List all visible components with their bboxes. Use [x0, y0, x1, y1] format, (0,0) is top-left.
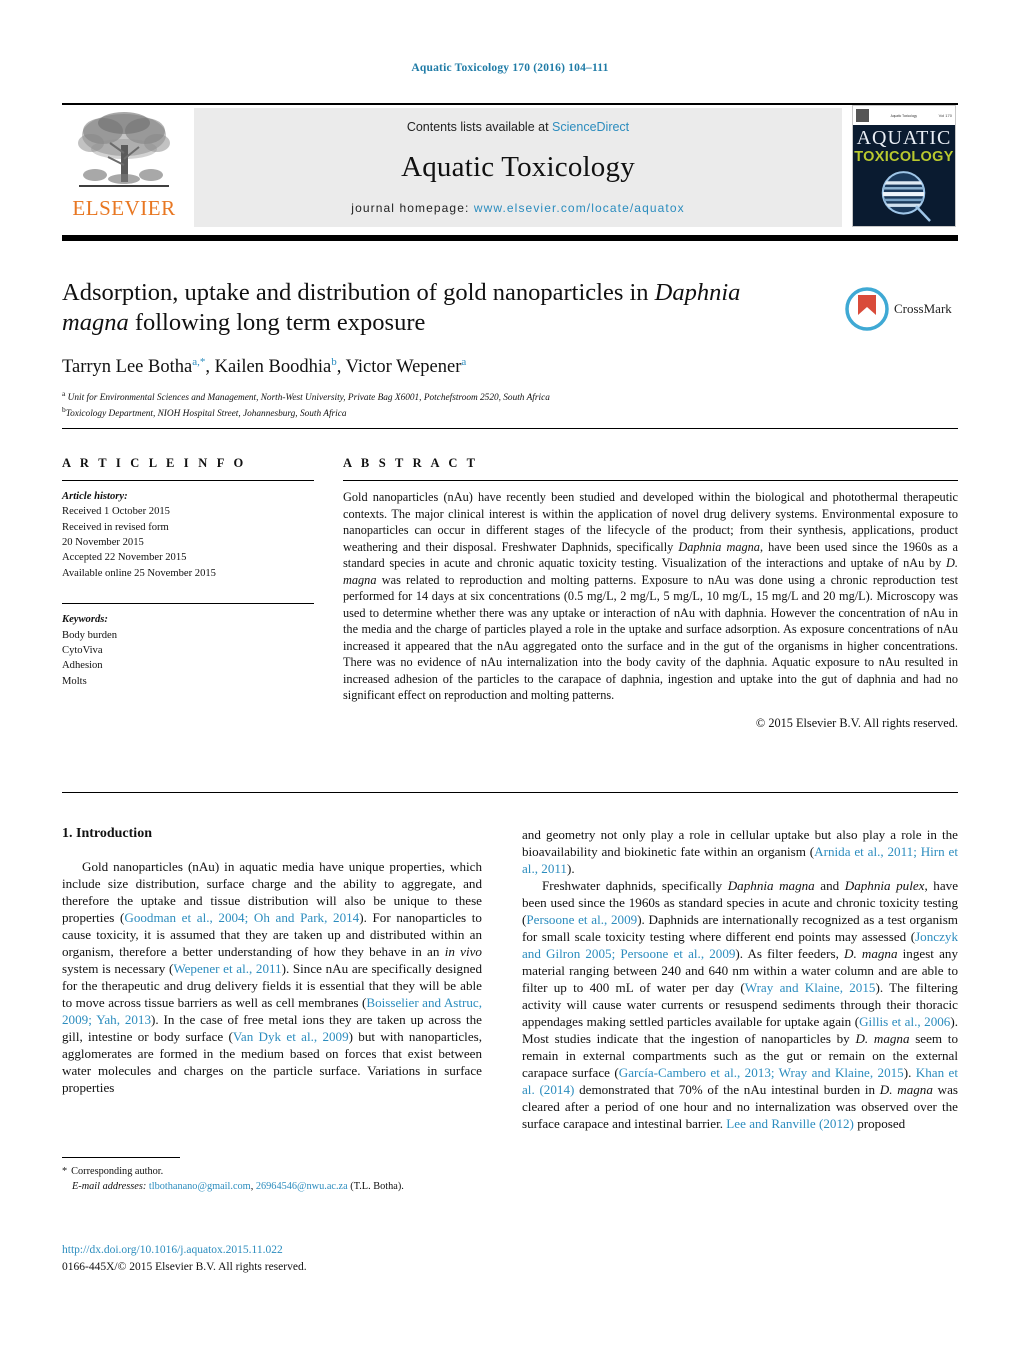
history-item: Received 1 October 2015 — [62, 506, 170, 518]
citation-link[interactable]: Van Dyk et al., 2009 — [233, 1029, 349, 1044]
article-info-rule — [62, 480, 314, 481]
abstract-column: A B S T R A C T Gold nanoparticles (nAu)… — [343, 456, 958, 731]
masthead-bottom-rule — [62, 235, 958, 241]
history-item: Available online 25 November 2015 — [62, 567, 216, 579]
homepage-url-link[interactable]: www.elsevier.com/locate/aquatox — [474, 201, 685, 215]
paper-title: Adsorption, uptake and distribution of g… — [62, 279, 741, 337]
elsevier-logo: ELSEVIER — [62, 105, 186, 231]
intro-paragraph-right-2: Freshwater daphnids, specifically Daphni… — [522, 878, 959, 1132]
citation-link[interactable]: Gillis et al., 2006 — [859, 1014, 950, 1029]
title-bottom-rule — [62, 428, 958, 429]
keyword-item: Adhesion — [62, 660, 103, 672]
intro-paragraph-left: Gold nanoparticles (nAu) in aquatic medi… — [62, 859, 483, 1096]
author-sep-2: , — [336, 356, 346, 377]
keyword-item: Body burden — [62, 629, 118, 641]
abstract-heading: A B S T R A C T — [343, 456, 479, 470]
paper-page: Aquatic Toxicology 170 (2016) 104–111 EL… — [0, 0, 1020, 1351]
author-2: Kailen Boodhiab — [214, 355, 337, 377]
history-item: Received in revised form — [62, 521, 169, 533]
intro-paragraph-right-1: and geometry not only play a role in cel… — [522, 827, 958, 877]
author-sep-1: , — [205, 356, 215, 377]
homepage-prefix: journal homepage: — [351, 201, 470, 215]
cover-title-line2: TOXICOLOGY — [854, 149, 954, 165]
abstract-bottom-rule — [62, 792, 958, 793]
footnote-separator-rule — [62, 1157, 180, 1158]
citation-link[interactable]: Goodman et al., 2004; Oh and Park, 2014 — [124, 910, 359, 925]
keyword-item: Molts — [62, 675, 87, 687]
history-item: 20 November 2015 — [62, 537, 144, 549]
footnote-star-marker: * — [62, 1166, 68, 1177]
abstract-rule — [343, 480, 958, 481]
keywords-rule — [62, 603, 314, 605]
author-list: Tarryn Lee Bothaa,*, Kailen Boodhiab, Vi… — [62, 356, 958, 378]
affiliation-a: a Unit for Environmental Sciences and Ma… — [62, 388, 550, 403]
history-item: Accepted 22 November 2015 — [62, 552, 187, 564]
corresponding-author-note: * Corresponding author. — [62, 1166, 164, 1177]
issn-copyright-line: 0166-445X/© 2015 Elsevier B.V. All right… — [62, 1261, 307, 1274]
crossmark-label: CrossMark — [894, 301, 952, 316]
contents-prefix: Contents lists available at — [406, 120, 549, 134]
crossmark-icon — [845, 287, 889, 331]
title-block: Adsorption, uptake and distribution of g… — [62, 278, 958, 422]
affiliation-b: bToxicology Department, NIOH Hospital St… — [62, 405, 347, 420]
journal-cover-thumbnail: Aquatic Toxicology Vol 170 AQUATIC TOXIC… — [852, 105, 958, 231]
footnote-block: * Corresponding author. E-mail addresses:… — [62, 1165, 482, 1194]
elsevier-wordmark: ELSEVIER — [72, 196, 176, 220]
article-history-label: Article history: — [62, 491, 128, 502]
keywords-label: Keywords: — [62, 614, 108, 626]
citation-link[interactable]: Wray and Klaine, 2015 — [745, 980, 876, 995]
abstract-text: Gold nanoparticles (nAu) have recently b… — [343, 490, 958, 703]
article-info-heading: A R T I C L E I N F O — [62, 456, 247, 470]
email-owner: (T.L. Botha). — [347, 1180, 404, 1192]
body-column-right: and geometry not only play a role in cel… — [522, 826, 958, 1132]
keywords-block: Keywords: Body burden CytoViva Adhesion … — [62, 612, 314, 689]
journal-homepage-line: journal homepage: www.elsevier.com/locat… — [351, 201, 684, 215]
keyword-item: CytoViva — [62, 644, 103, 656]
affiliation-list: a Unit for Environmental Sciences and Ma… — [62, 389, 958, 422]
footer-doi-block: http://dx.doi.org/10.1016/j.aquatox.2015… — [62, 1242, 482, 1277]
author-1: Tarryn Lee Bothaa,* — [62, 355, 206, 377]
section-heading-introduction: 1. Introduction — [62, 826, 152, 841]
crossmark-badge[interactable]: CrossMark — [845, 283, 957, 335]
cover-q-graphic-icon — [881, 171, 931, 222]
contents-list-line: Contents lists available at ScienceDirec… — [407, 120, 629, 134]
cover-image: Aquatic Toxicology Vol 170 AQUATIC TOXIC… — [852, 105, 956, 227]
citation-link[interactable]: Persoone et al., 2009 — [526, 912, 637, 927]
email-link-2[interactable]: 26964546@nwu.ac.za — [256, 1181, 348, 1192]
sciencedirect-link[interactable]: ScienceDirect — [552, 120, 629, 134]
author-3: Victor Wepenera — [345, 355, 467, 377]
doi-link[interactable]: http://dx.doi.org/10.1016/j.aquatox.2015… — [62, 1242, 482, 1259]
abstract-copyright: © 2015 Elsevier B.V. All rights reserved… — [755, 715, 958, 730]
email-note: E-mail addresses: tlbothanano@gmail.com,… — [72, 1180, 404, 1192]
citation-link[interactable]: García-Cambero et al., 2013; Wray and Kl… — [619, 1065, 904, 1080]
body-column-left: 1. Introduction Gold nanoparticles (nAu)… — [62, 826, 482, 1096]
elsevier-tree-icon — [78, 112, 170, 187]
cover-publisher-mark-icon — [856, 109, 869, 122]
running-head: Aquatic Toxicology 170 (2016) 104–111 — [411, 62, 609, 74]
article-info-column: A R T I C L E I N F O Article history: R… — [62, 456, 314, 689]
cover-top-bar: Aquatic Toxicology Vol 170 — [853, 106, 955, 125]
cover-title-line1: AQUATIC — [856, 127, 952, 149]
journal-title: Aquatic Toxicology — [401, 151, 635, 183]
masthead-center-band: Contents lists available at ScienceDirec… — [194, 108, 842, 227]
citation-link[interactable]: Lee and Ranville (2012) — [726, 1116, 854, 1131]
cover-top-center-text: Aquatic Toxicology — [890, 113, 917, 118]
citation-link[interactable]: Wepener et al., 2011 — [173, 961, 281, 976]
journal-masthead: ELSEVIER Contents lists available at Sci… — [62, 103, 958, 231]
cover-top-right-text: Vol 170 — [938, 113, 952, 118]
email-label: E-mail addresses: — [72, 1180, 147, 1192]
email-link-1[interactable]: tlbothanano@gmail.com — [149, 1181, 251, 1192]
